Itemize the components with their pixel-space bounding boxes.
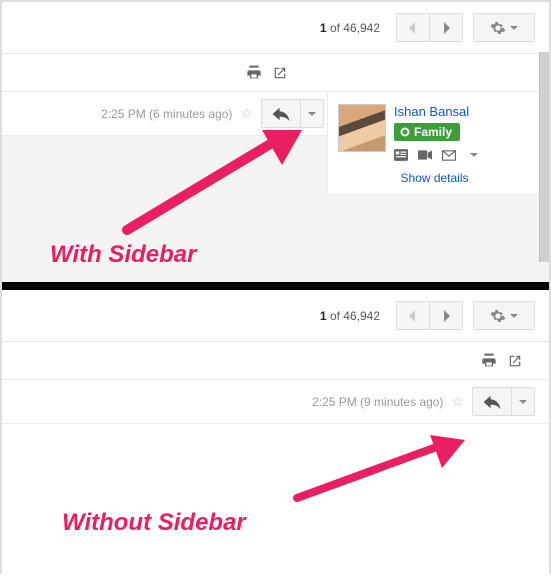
prev-button[interactable] [396, 13, 430, 42]
scrollbar[interactable] [539, 52, 549, 262]
top-toolbar: 1 of 46,942 [2, 290, 549, 342]
reply-button-group [472, 387, 535, 416]
print-icon[interactable] [480, 352, 498, 370]
reply-button[interactable] [472, 387, 512, 416]
top-toolbar: 1 of 46,942 [2, 2, 549, 54]
new-window-icon[interactable] [271, 64, 289, 82]
next-button[interactable] [429, 13, 463, 42]
thread-counter: 1 of 46,942 [320, 21, 380, 35]
settings-button[interactable] [473, 13, 535, 42]
thread-counter: 1 of 46,942 [320, 309, 380, 323]
video-chat-icon[interactable] [418, 150, 432, 160]
message-actions-row [2, 54, 549, 92]
details-card-icon[interactable] [394, 149, 408, 161]
pager-nav [396, 13, 463, 42]
new-window-icon[interactable] [506, 352, 524, 370]
dropdown-caret-icon [510, 26, 518, 30]
star-icon[interactable]: ☆ [240, 105, 253, 122]
gear-icon [490, 308, 506, 324]
email-icon[interactable] [442, 150, 456, 161]
reply-button[interactable] [261, 99, 301, 128]
contact-action-icons [394, 149, 478, 161]
settings-button[interactable] [473, 301, 535, 330]
message-body-area: 2:25 PM (6 minutes ago) ☆ Ishan Bansal F… [2, 92, 549, 282]
prev-button[interactable] [396, 301, 430, 330]
star-icon[interactable]: ☆ [451, 393, 464, 410]
next-button[interactable] [429, 301, 463, 330]
message-actions-row [2, 342, 549, 380]
reply-more-button[interactable] [511, 387, 535, 416]
message-timestamp: 2:25 PM (9 minutes ago) [312, 395, 443, 409]
panel-without-sidebar: 1 of 46,942 2:25 PM (9 minutes ago) ☆ [2, 290, 549, 580]
contact-name-link[interactable]: Ishan Bansal [394, 104, 478, 119]
dropdown-caret-icon [510, 314, 518, 318]
contact-sidebar-card: Ishan Bansal Family Show details [327, 92, 539, 193]
circle-icon [400, 127, 410, 137]
print-icon[interactable] [245, 64, 263, 82]
message-timestamp: 2:25 PM (6 minutes ago) [101, 107, 232, 121]
gear-icon [490, 20, 506, 36]
more-caret-icon[interactable] [470, 153, 478, 157]
message-body-area: 2:25 PM (9 minutes ago) ☆ [2, 380, 549, 580]
circle-badge[interactable]: Family [394, 123, 460, 141]
message-header: 2:25 PM (9 minutes ago) ☆ [2, 380, 549, 424]
section-divider [2, 282, 549, 290]
show-details-link[interactable]: Show details [338, 171, 531, 185]
panel-with-sidebar: 1 of 46,942 2:25 PM (6 minutes ago) ☆ [2, 2, 549, 282]
reply-more-button[interactable] [300, 99, 324, 128]
pager-nav [396, 301, 463, 330]
reply-button-group [261, 99, 324, 128]
contact-avatar [338, 104, 386, 152]
